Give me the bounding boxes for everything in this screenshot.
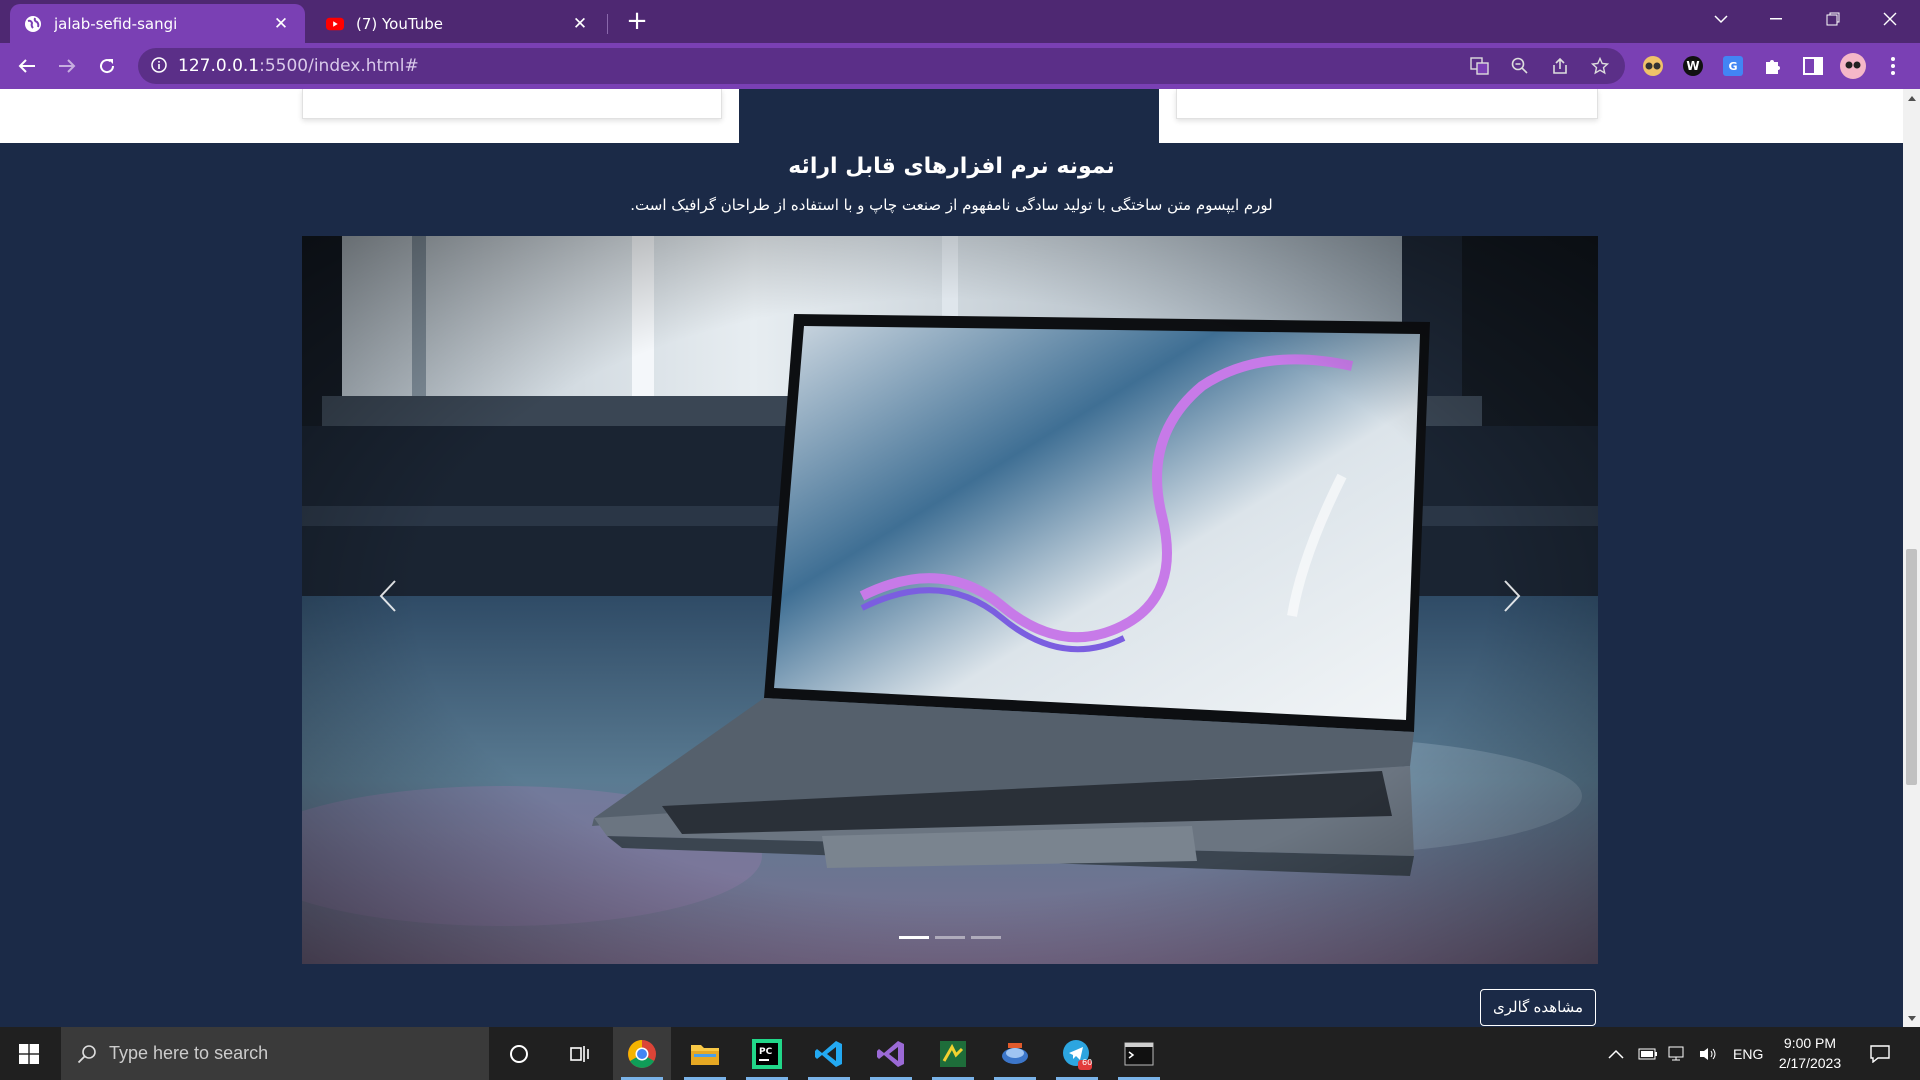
service-card xyxy=(1176,89,1598,119)
clock-time: 9:00 PM xyxy=(1783,1035,1837,1051)
translate-icon[interactable] xyxy=(1470,56,1490,76)
tab-youtube[interactable]: (7) YouTube ✕ xyxy=(312,4,604,43)
windows-start-icon[interactable] xyxy=(0,1027,58,1080)
extension-glasses-icon[interactable] xyxy=(1640,53,1666,79)
tab-jalab-sefid-sangi[interactable]: jalab-sefid-sangi ✕ xyxy=(10,4,305,43)
section-description: لورم ایپسوم متن ساختگی با تولید سادگی نا… xyxy=(630,196,1273,214)
carousel-next-icon[interactable] xyxy=(1492,566,1532,626)
telegram-icon[interactable]: 60 xyxy=(1048,1027,1106,1080)
service-card xyxy=(302,89,722,119)
url-text[interactable]: 127.0.0.1:5500/index.html# xyxy=(178,56,419,76)
tab-title: (7) YouTube xyxy=(356,14,444,33)
reload-icon[interactable] xyxy=(92,51,122,81)
carousel-indicator[interactable] xyxy=(971,936,1001,939)
tab-close-icon[interactable]: ✕ xyxy=(570,14,590,34)
svg-text:G: G xyxy=(1728,60,1737,73)
tab-close-icon[interactable]: ✕ xyxy=(271,14,291,34)
browser-toolbar: 127.0.0.1:5500/index.html# W G xyxy=(0,43,1920,89)
browser-titlebar: jalab-sefid-sangi ✕ (7) YouTube ✕ + xyxy=(0,0,1920,43)
clock-date: 2/17/2023 xyxy=(1778,1055,1842,1071)
restore-icon[interactable] xyxy=(1805,0,1861,38)
address-bar[interactable]: 127.0.0.1:5500/index.html# xyxy=(138,48,1625,84)
tab-search-icon[interactable] xyxy=(1693,0,1749,38)
windows-taskbar: Type here to search PC 60 ENG 9:00 PM 2/… xyxy=(0,1027,1920,1080)
close-window-icon[interactable] xyxy=(1862,0,1918,38)
carousel-prev-icon[interactable] xyxy=(368,566,408,626)
extension-w-icon[interactable]: W xyxy=(1680,53,1706,79)
show-hidden-icons[interactable] xyxy=(1608,1027,1624,1080)
tab-separator xyxy=(607,14,608,34)
task-view-icon[interactable] xyxy=(551,1027,609,1080)
scroll-up-icon[interactable] xyxy=(1903,89,1920,106)
file-explorer-icon[interactable] xyxy=(676,1027,734,1080)
url-path: :5500/index.html# xyxy=(259,56,419,76)
volume-icon[interactable] xyxy=(1698,1027,1718,1080)
svg-text:W: W xyxy=(1686,59,1699,73)
battery-icon[interactable] xyxy=(1638,1027,1658,1080)
vscode-icon[interactable] xyxy=(800,1027,858,1080)
new-tab-button[interactable]: + xyxy=(622,6,652,36)
minimize-icon[interactable] xyxy=(1748,0,1804,38)
forward-arrow-icon[interactable] xyxy=(52,51,82,81)
extensions-puzzle-icon[interactable] xyxy=(1760,53,1786,79)
section-title: نمونه نرم افزارهای قابل ارائه xyxy=(788,154,1115,179)
globe-icon xyxy=(24,15,42,33)
back-arrow-icon[interactable] xyxy=(12,51,42,81)
taskbar-search-box[interactable]: Type here to search xyxy=(61,1027,489,1080)
scrollbar-thumb[interactable] xyxy=(1906,549,1917,785)
page-scrollbar[interactable] xyxy=(1903,89,1920,1027)
carousel-indicators xyxy=(302,936,1598,939)
network-icon[interactable] xyxy=(1668,1027,1688,1080)
search-placeholder: Type here to search xyxy=(109,1043,269,1063)
app-icon[interactable] xyxy=(924,1027,982,1080)
page-viewport: نمونه نرم افزارهای قابل ارائه لورم ایپسو… xyxy=(0,89,1903,1027)
telegram-badge: 60 xyxy=(1082,1058,1093,1067)
cortana-icon[interactable] xyxy=(490,1027,548,1080)
svg-text:PC: PC xyxy=(759,1047,773,1057)
search-icon xyxy=(77,1044,97,1068)
share-icon[interactable] xyxy=(1550,56,1570,76)
zoom-icon[interactable] xyxy=(1510,56,1530,76)
site-info-icon[interactable] xyxy=(150,56,170,76)
taskbar-clock[interactable]: 9:00 PM 2/17/2023 xyxy=(1768,1033,1852,1073)
bookmark-star-icon[interactable] xyxy=(1590,56,1610,76)
carousel-indicator[interactable] xyxy=(899,936,929,939)
pycharm-icon[interactable]: PC xyxy=(738,1027,796,1080)
service-card-dark xyxy=(739,89,1159,143)
side-panel-icon[interactable] xyxy=(1800,53,1826,79)
tab-title: jalab-sefid-sangi xyxy=(54,14,178,33)
view-gallery-button[interactable]: مشاهده گالری xyxy=(1480,989,1597,1026)
visual-studio-icon[interactable] xyxy=(862,1027,920,1080)
software-carousel[interactable] xyxy=(302,236,1598,964)
youtube-icon xyxy=(326,15,344,33)
carousel-indicator[interactable] xyxy=(935,936,965,939)
network-app-icon[interactable] xyxy=(986,1027,1044,1080)
browser-menu-icon[interactable] xyxy=(1880,53,1906,79)
laptop-slide-image xyxy=(302,236,1598,964)
url-host: 127.0.0.1 xyxy=(178,56,260,76)
chrome-icon[interactable] xyxy=(613,1027,671,1080)
profile-avatar[interactable] xyxy=(1840,53,1866,79)
terminal-icon[interactable] xyxy=(1110,1027,1168,1080)
language-indicator[interactable]: ENG xyxy=(1733,1027,1763,1080)
scroll-down-icon[interactable] xyxy=(1903,1010,1920,1027)
google-translate-icon[interactable]: G xyxy=(1720,53,1746,79)
notifications-icon[interactable] xyxy=(1870,1027,1890,1080)
